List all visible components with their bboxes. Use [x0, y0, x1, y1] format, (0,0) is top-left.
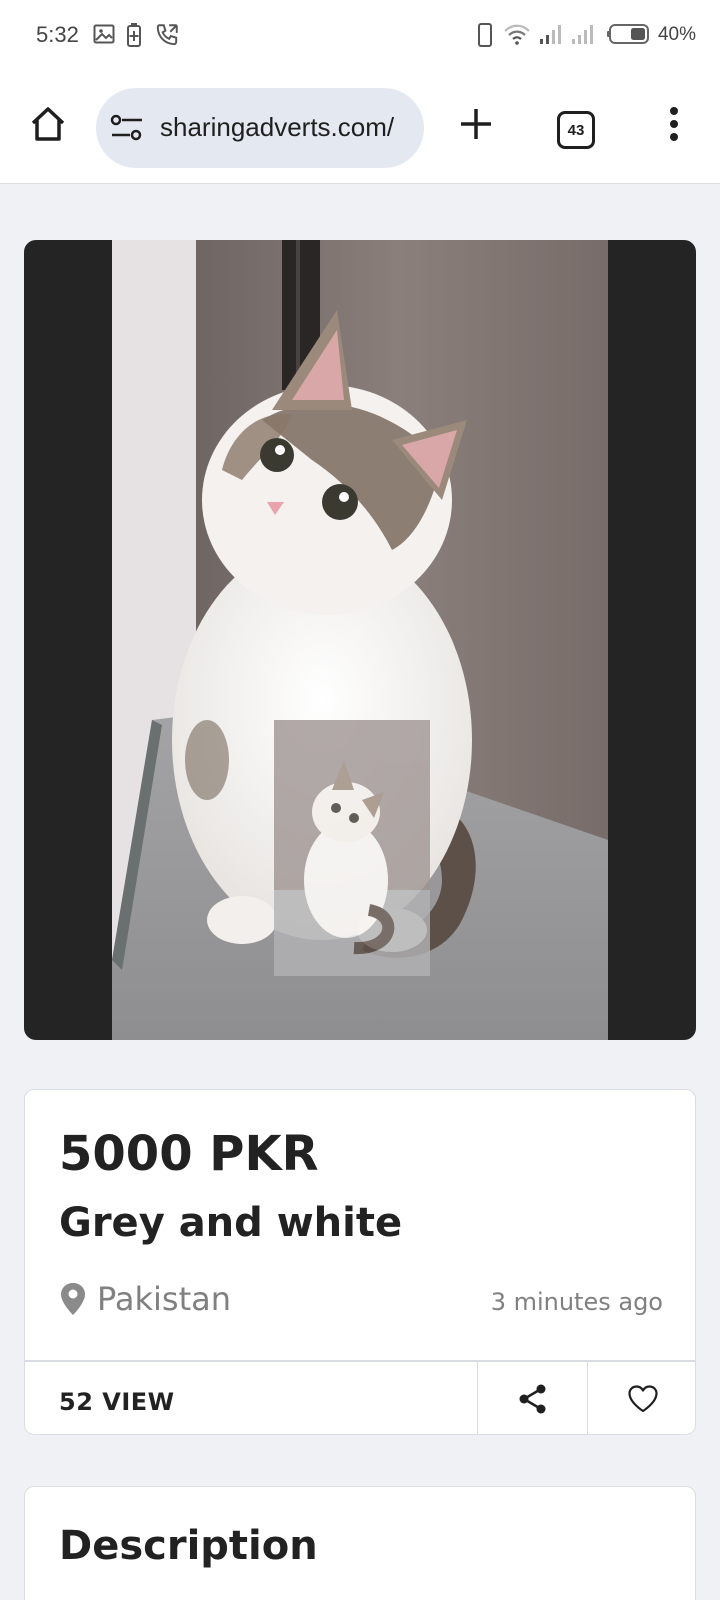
- listing-photo-viewer[interactable]: [24, 240, 696, 1040]
- site-settings-icon[interactable]: [110, 114, 144, 142]
- description-heading: Description: [59, 1523, 318, 1569]
- location-text: Pakistan: [97, 1280, 231, 1318]
- description-card: Description: [24, 1486, 696, 1600]
- browser-menu-button[interactable]: [650, 100, 698, 148]
- listing-price: 5000 PKR: [59, 1126, 319, 1182]
- battery-percent: 40%: [657, 24, 696, 45]
- share-icon: [519, 1384, 545, 1413]
- url-text[interactable]: sharingadverts.com/: [160, 112, 394, 143]
- status-time: 5:32: [36, 22, 79, 47]
- wifi-icon: [504, 24, 530, 45]
- listing-photo[interactable]: [112, 240, 608, 1040]
- kitten-photo: [112, 240, 608, 1040]
- more-vert-icon: [670, 107, 678, 141]
- phone-vibrate-icon: [478, 23, 492, 47]
- battery-icon: [607, 24, 649, 44]
- url-bar[interactable]: sharingadverts.com/: [96, 88, 424, 168]
- share-button[interactable]: [477, 1361, 587, 1434]
- listing-title: Grey and white: [59, 1200, 403, 1246]
- signal-icon: [540, 25, 561, 44]
- listing-location: Pakistan: [59, 1280, 231, 1318]
- status-bar: 5:32 40%: [0, 0, 720, 72]
- home-icon: [31, 107, 65, 141]
- new-tab-button[interactable]: [452, 100, 500, 148]
- phone-call-icon: [156, 24, 178, 46]
- signal-icon: [572, 25, 593, 44]
- home-button[interactable]: [24, 100, 72, 148]
- heart-icon: [627, 1384, 658, 1412]
- view-count: 52 VIEW: [59, 1388, 175, 1416]
- image-icon: [93, 24, 115, 44]
- browser-toolbar: sharingadverts.com/: [0, 72, 720, 184]
- listing-info-card: 5000 PKR Grey and white Pakistan 3 minut…: [24, 1089, 696, 1435]
- favorite-button[interactable]: [587, 1361, 695, 1434]
- battery-saver-icon: [127, 23, 141, 47]
- plus-icon: [461, 109, 491, 139]
- tab-switcher-button[interactable]: 43: [557, 111, 595, 149]
- location-pin-icon: [61, 1283, 85, 1315]
- posted-time: 3 minutes ago: [490, 1288, 663, 1316]
